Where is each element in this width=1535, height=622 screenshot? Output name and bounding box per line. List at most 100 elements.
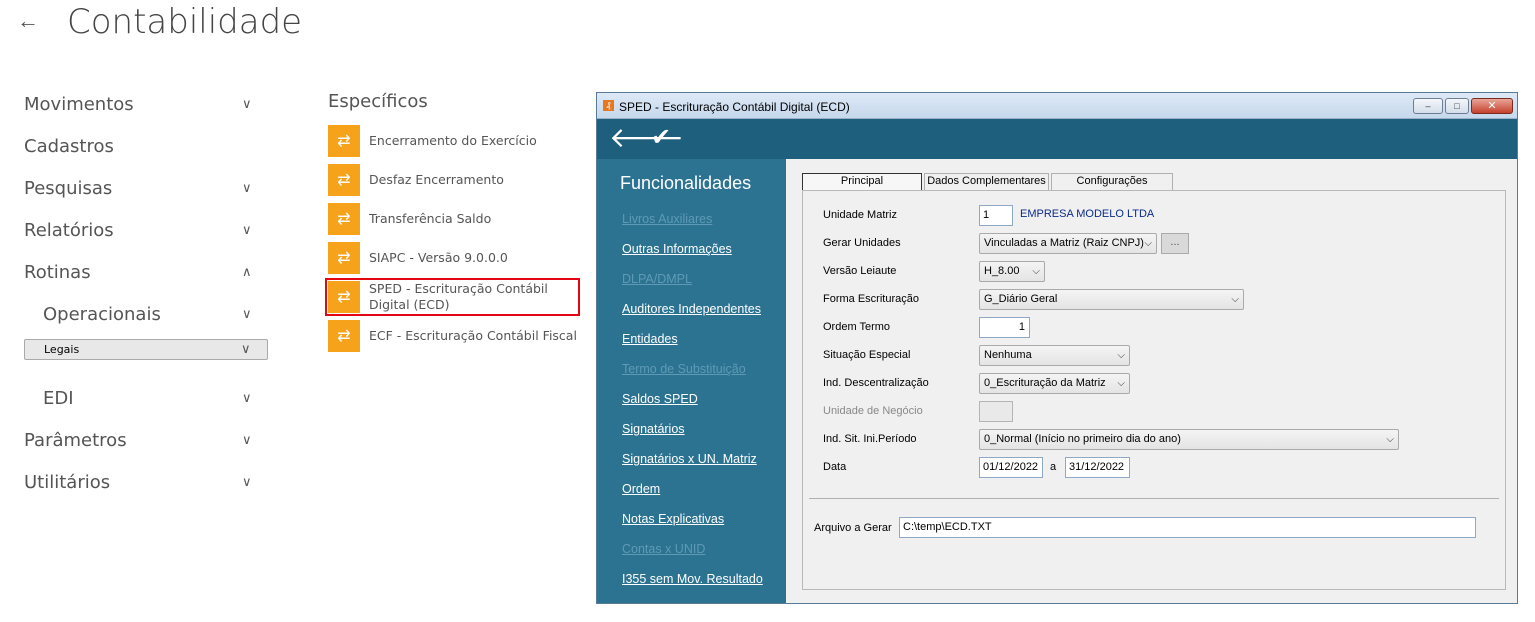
func-link-signatarios-matriz[interactable]: Signatários x UN. Matriz — [622, 452, 757, 466]
especificos-title: Específicos — [328, 91, 428, 112]
window-title: SPED - Escrituração Contábil Digital (EC… — [619, 100, 850, 114]
select-value: Nenhuma — [984, 349, 1032, 361]
chevron-down-icon: ∨ — [242, 222, 252, 238]
field-label: Arquivo a Gerar — [814, 522, 892, 534]
date-range-separator: a — [1050, 461, 1057, 473]
back-arrow-icon[interactable]: ← — [17, 8, 39, 34]
nav-item-cadastros[interactable]: Cadastros — [24, 128, 268, 164]
esp-item-label: SIAPC - Versão 9.0.0.0 — [369, 250, 508, 265]
esp-item-label: Desfaz Encerramento — [369, 172, 504, 187]
func-link-auditores[interactable]: Auditores Independentes — [622, 302, 761, 316]
back-arrow-icon[interactable]: 🡐 — [609, 123, 684, 153]
selection-highlight — [325, 278, 580, 316]
nav-item-rotinas[interactable]: Rotinas ∧ — [24, 254, 268, 290]
nav-label: Operacionais — [43, 303, 161, 325]
transfer-icon: ⇄ — [328, 164, 360, 196]
nav-item-operacionais[interactable]: Operacionais ∨ — [24, 296, 268, 332]
nav-item-parametros[interactable]: Parâmetros ∨ — [24, 422, 268, 458]
field-label: Forma Escrituração — [823, 293, 919, 305]
versao-leiaute-select[interactable]: H_8.00 ⌵ — [979, 261, 1045, 282]
nav-item-edi[interactable]: EDI ∨ — [24, 380, 268, 416]
minimize-button[interactable]: – — [1413, 98, 1443, 114]
func-link-i355[interactable]: I355 sem Mov. Resultado — [622, 572, 763, 586]
func-link-dlpa-dmpl: DLPA/DMPL — [622, 272, 692, 286]
nav-label: EDI — [43, 387, 74, 409]
chevron-down-icon: ∨ — [242, 390, 252, 406]
select-value: 0_Normal (Início no primeiro dia do ano) — [984, 433, 1181, 445]
field-label: Ind. Sit. Ini.Período — [823, 433, 917, 445]
nav-item-pesquisas[interactable]: Pesquisas ∨ — [24, 170, 268, 206]
chevron-down-icon: ∨ — [241, 342, 251, 357]
nav-label: Cadastros — [24, 135, 114, 157]
nav-label: Legais — [44, 343, 80, 356]
func-link-notas-explicativas[interactable]: Notas Explicativas — [622, 512, 724, 526]
nav-item-legais[interactable]: Legais ∨ — [24, 339, 268, 360]
field-label: Data — [823, 461, 847, 473]
chevron-down-icon: ∨ — [242, 180, 252, 196]
funcionalidades-title: Funcionalidades — [620, 173, 752, 193]
situacao-especial-select[interactable]: Nenhuma ⌵ — [979, 345, 1130, 366]
field-label: Gerar Unidades — [823, 237, 901, 249]
forma-escrituracao-select[interactable]: G_Diário Geral ⌵ — [979, 289, 1244, 310]
func-link-outras-informacoes[interactable]: Outras Informações — [622, 242, 732, 256]
func-link-signatarios[interactable]: Signatários — [622, 422, 685, 436]
chevron-up-icon: ∧ — [242, 264, 252, 280]
close-button[interactable]: ✕ — [1471, 98, 1513, 114]
chevron-down-icon: ⌵ — [1144, 238, 1152, 249]
esp-item-siapc[interactable]: ⇄ SIAPC - Versão 9.0.0.0 — [328, 242, 578, 274]
browse-button[interactable]: ... — [1161, 233, 1189, 254]
chevron-down-icon: ∨ — [242, 474, 252, 490]
nav-label: Pesquisas — [24, 177, 113, 199]
ind-descentralizacao-select[interactable]: 0_Escrituração da Matriz ⌵ — [979, 373, 1130, 394]
app-icon: ₰ — [603, 100, 614, 111]
field-label: Ordem Termo — [823, 321, 891, 333]
gerar-unidades-select[interactable]: Vinculadas a Matriz (Raiz CNPJ) ⌵ — [979, 233, 1157, 254]
ordem-termo-input[interactable]: 1 — [979, 317, 1030, 338]
select-value: 0_Escrituração da Matriz — [984, 377, 1106, 389]
esp-item-ecf[interactable]: ⇄ ECF - Escrituração Contábil Fiscal — [328, 320, 578, 352]
nav-label: Rotinas — [24, 261, 91, 283]
esp-item-label: ECF - Escrituração Contábil Fiscal — [369, 328, 577, 343]
esp-item-label: Transferência Saldo — [369, 211, 492, 226]
empresa-name: EMPRESA MODELO LTDA — [1020, 208, 1155, 220]
sped-window: ₰ SPED - Escrituração Contábil Digital (… — [596, 92, 1518, 604]
page-title: Contabilidade — [67, 2, 303, 42]
arquivo-gerar-input[interactable]: C:\temp\ECD.TXT — [899, 517, 1476, 538]
chevron-down-icon: ∨ — [242, 96, 252, 112]
esp-item-transferencia[interactable]: ⇄ Transferência Saldo — [328, 203, 578, 235]
chevron-down-icon: ⌵ — [1386, 434, 1394, 445]
transfer-icon: ⇄ — [328, 203, 360, 235]
select-value: G_Diário Geral — [984, 293, 1058, 305]
nav-label: Movimentos — [24, 93, 134, 115]
esp-item-label: Encerramento do Exercício — [369, 133, 537, 148]
chevron-down-icon: ∨ — [242, 432, 252, 448]
func-link-entidades[interactable]: Entidades — [622, 332, 678, 346]
func-link-ordem[interactable]: Ordem — [622, 482, 660, 496]
form-divider — [809, 498, 1499, 499]
chevron-down-icon: ⌵ — [1032, 266, 1040, 277]
tab-configuracoes[interactable]: Configurações — [1051, 173, 1173, 190]
nav-item-relatorios[interactable]: Relatórios ∨ — [24, 212, 268, 248]
data-inicio-input[interactable]: 01/12/2022 — [979, 457, 1043, 478]
window-toolbar: 🡐 ✔ — [597, 119, 1517, 159]
tab-principal[interactable]: Principal — [802, 173, 922, 190]
chevron-down-icon: ⌵ — [1117, 350, 1125, 361]
unidade-matriz-input[interactable]: 1 — [979, 205, 1013, 226]
window-titlebar[interactable]: ₰ SPED - Escrituração Contábil Digital (… — [597, 93, 1517, 119]
confirm-check-icon[interactable]: ✔ — [651, 123, 671, 153]
maximize-button[interactable]: □ — [1445, 98, 1469, 114]
field-label: Versão Leiaute — [823, 265, 897, 277]
esp-item-desfaz[interactable]: ⇄ Desfaz Encerramento — [328, 164, 578, 196]
data-fim-input[interactable]: 31/12/2022 — [1065, 457, 1130, 478]
chevron-down-icon: ⌵ — [1231, 294, 1239, 305]
nav-item-movimentos[interactable]: Movimentos ∨ — [24, 86, 268, 122]
unidade-negocio-input — [979, 401, 1013, 422]
nav-item-utilitarios[interactable]: Utilitários ∨ — [24, 464, 268, 500]
transfer-icon: ⇄ — [328, 320, 360, 352]
func-link-livros-auxiliares: Livros Auxiliares — [622, 212, 713, 226]
tab-dados-complementares[interactable]: Dados Complementares — [924, 173, 1049, 190]
nav-label: Utilitários — [24, 471, 111, 493]
ind-sit-ini-periodo-select[interactable]: 0_Normal (Início no primeiro dia do ano)… — [979, 429, 1399, 450]
func-link-saldos-sped[interactable]: Saldos SPED — [622, 392, 698, 406]
esp-item-encerramento[interactable]: ⇄ Encerramento do Exercício — [328, 125, 578, 157]
